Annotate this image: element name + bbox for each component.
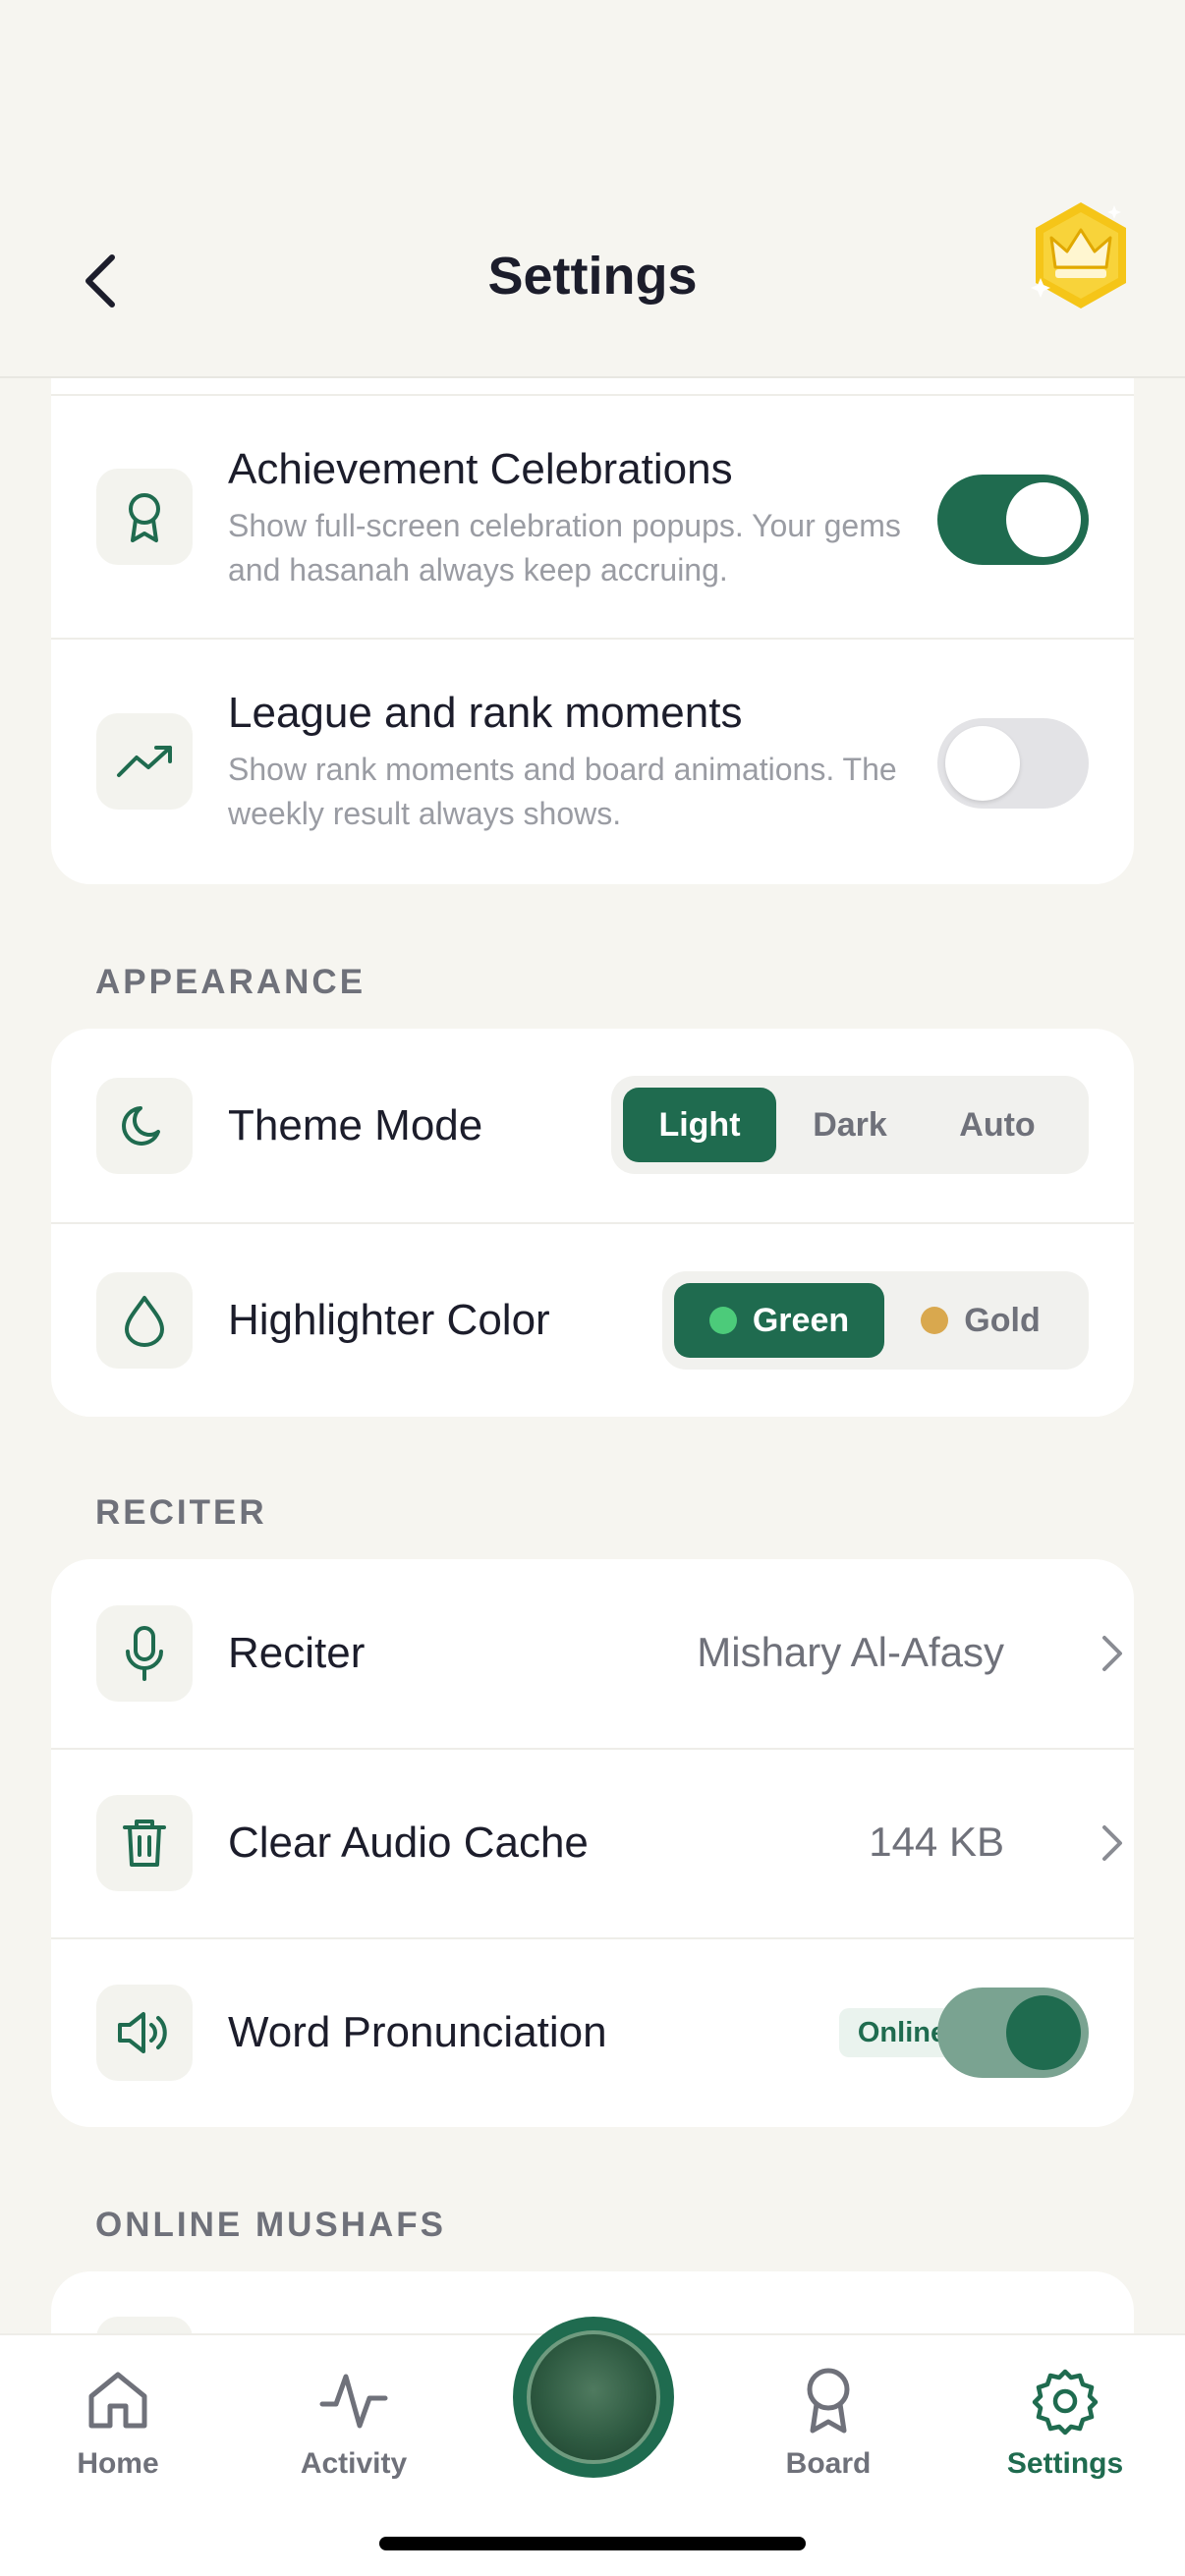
reciter-icon-tile <box>96 1605 193 1702</box>
speaker-icon <box>118 2012 167 2053</box>
highlighter-option-gold[interactable]: Gold <box>884 1283 1077 1358</box>
achievement-icon-tile <box>96 469 193 565</box>
clear-audio-cache-title: Clear Audio Cache <box>228 1819 589 1867</box>
highlighter-color-title: Highlighter Color <box>228 1296 550 1344</box>
tab-home-label: Home <box>77 2447 159 2480</box>
tab-activity[interactable]: Activity <box>255 2365 452 2481</box>
home-icon <box>20 2365 216 2437</box>
tab-board[interactable]: Board <box>730 2365 927 2481</box>
green-swatch <box>708 1307 737 1334</box>
reciter-section-label: RECITER <box>95 1493 267 1532</box>
theme-option-dark[interactable]: Dark <box>776 1088 924 1162</box>
highlighter-option-green-label: Green <box>752 1301 850 1339</box>
cache-icon-tile <box>96 1795 193 1891</box>
settings-scroll-content[interactable]: Achievement Celebrations Show full-scree… <box>0 378 1185 2333</box>
appearance-card: Theme Mode Light Dark Auto Highlighter C… <box>51 1029 1134 1417</box>
chevron-right-icon <box>1102 1825 1122 1861</box>
online-mushafs-section-label: ONLINE MUSHAFS <box>95 2206 446 2244</box>
reciter-value: Mishary Al-Afasy <box>697 1629 1004 1675</box>
achievement-toggle[interactable] <box>937 475 1089 565</box>
toggle-knob <box>1006 482 1081 557</box>
theme-mode-segmented: Light Dark Auto <box>611 1076 1089 1174</box>
tab-settings-label: Settings <box>1006 2447 1124 2480</box>
home-indicator <box>379 2537 806 2550</box>
tab-board-label: Board <box>785 2447 872 2480</box>
reciter-card: Reciter Mishary Al-Afasy Clear Audio Cac… <box>51 1559 1134 2127</box>
league-rank-row: League and rank moments Show rank moment… <box>51 640 1134 884</box>
pronunciation-icon-tile <box>96 1985 193 2081</box>
word-pronunciation-toggle[interactable] <box>937 1988 1089 2078</box>
ribbon-award-icon <box>129 493 160 542</box>
toggle-knob <box>945 726 1020 801</box>
gold-swatch <box>921 1307 949 1334</box>
chevron-right-icon <box>1102 1636 1122 1671</box>
theme-mode-row: Theme Mode Light Dark Auto <box>51 1029 1134 1222</box>
quran-cover-icon <box>527 2330 660 2464</box>
clear-audio-cache-row[interactable]: Clear Audio Cache 144 KB <box>51 1750 1134 1937</box>
gear-icon <box>967 2365 1163 2437</box>
highlighter-color-row: Highlighter Color Green Gold <box>51 1224 1134 1417</box>
trash-icon <box>123 1820 166 1867</box>
droplet-icon <box>125 1296 164 1347</box>
microphone-icon <box>126 1626 163 1681</box>
theme-icon-tile <box>96 1078 193 1174</box>
reciter-title: Reciter <box>228 1629 366 1677</box>
word-pronunciation-row: Word Pronunciation Online <box>51 1939 1134 2127</box>
page-title: Settings <box>487 247 698 306</box>
tab-home[interactable]: Home <box>20 2365 216 2481</box>
appearance-section-label: APPEARANCE <box>95 963 367 1001</box>
theme-mode-title: Theme Mode <box>228 1101 483 1149</box>
tab-activity-label: Activity <box>300 2447 408 2480</box>
theme-option-auto[interactable]: Auto <box>924 1088 1071 1162</box>
highlighter-icon-tile <box>96 1272 193 1369</box>
achievement-celebrations-row: Achievement Celebrations Show full-scree… <box>51 396 1134 638</box>
league-icon-tile <box>96 713 193 810</box>
reciter-row[interactable]: Reciter Mishary Al-Afasy <box>51 1559 1134 1748</box>
word-pronunciation-title: Word Pronunciation <box>228 2008 607 2056</box>
celebrations-card: Achievement Celebrations Show full-scree… <box>51 378 1134 884</box>
league-title: League and rank moments <box>228 689 743 737</box>
achievement-description: Show full-screen celebration popups. You… <box>228 508 901 588</box>
mushaf-icon-tile <box>96 2317 193 2333</box>
league-toggle[interactable] <box>937 718 1089 809</box>
toggle-knob <box>1006 1995 1081 2070</box>
moon-icon <box>122 1106 160 1146</box>
quran-center-button[interactable] <box>513 2317 674 2478</box>
crown-badge-icon <box>1031 202 1126 308</box>
highlighter-option-gold-label: Gold <box>964 1301 1041 1339</box>
premium-crown-badge[interactable] <box>1028 198 1134 312</box>
highlighter-option-green[interactable]: Green <box>674 1283 884 1358</box>
activity-icon <box>255 2365 452 2437</box>
achievement-title: Achievement Celebrations <box>228 445 733 493</box>
league-description: Show rank moments and board animations. … <box>228 752 897 831</box>
cache-size-value: 144 KB <box>869 1819 1004 1865</box>
tab-settings[interactable]: Settings <box>967 2365 1163 2481</box>
highlighter-color-segmented: Green Gold <box>662 1271 1089 1370</box>
theme-option-light[interactable]: Light <box>623 1088 776 1162</box>
award-icon <box>730 2365 927 2437</box>
trending-up-icon <box>117 746 172 777</box>
top-header: Settings <box>0 0 1185 378</box>
